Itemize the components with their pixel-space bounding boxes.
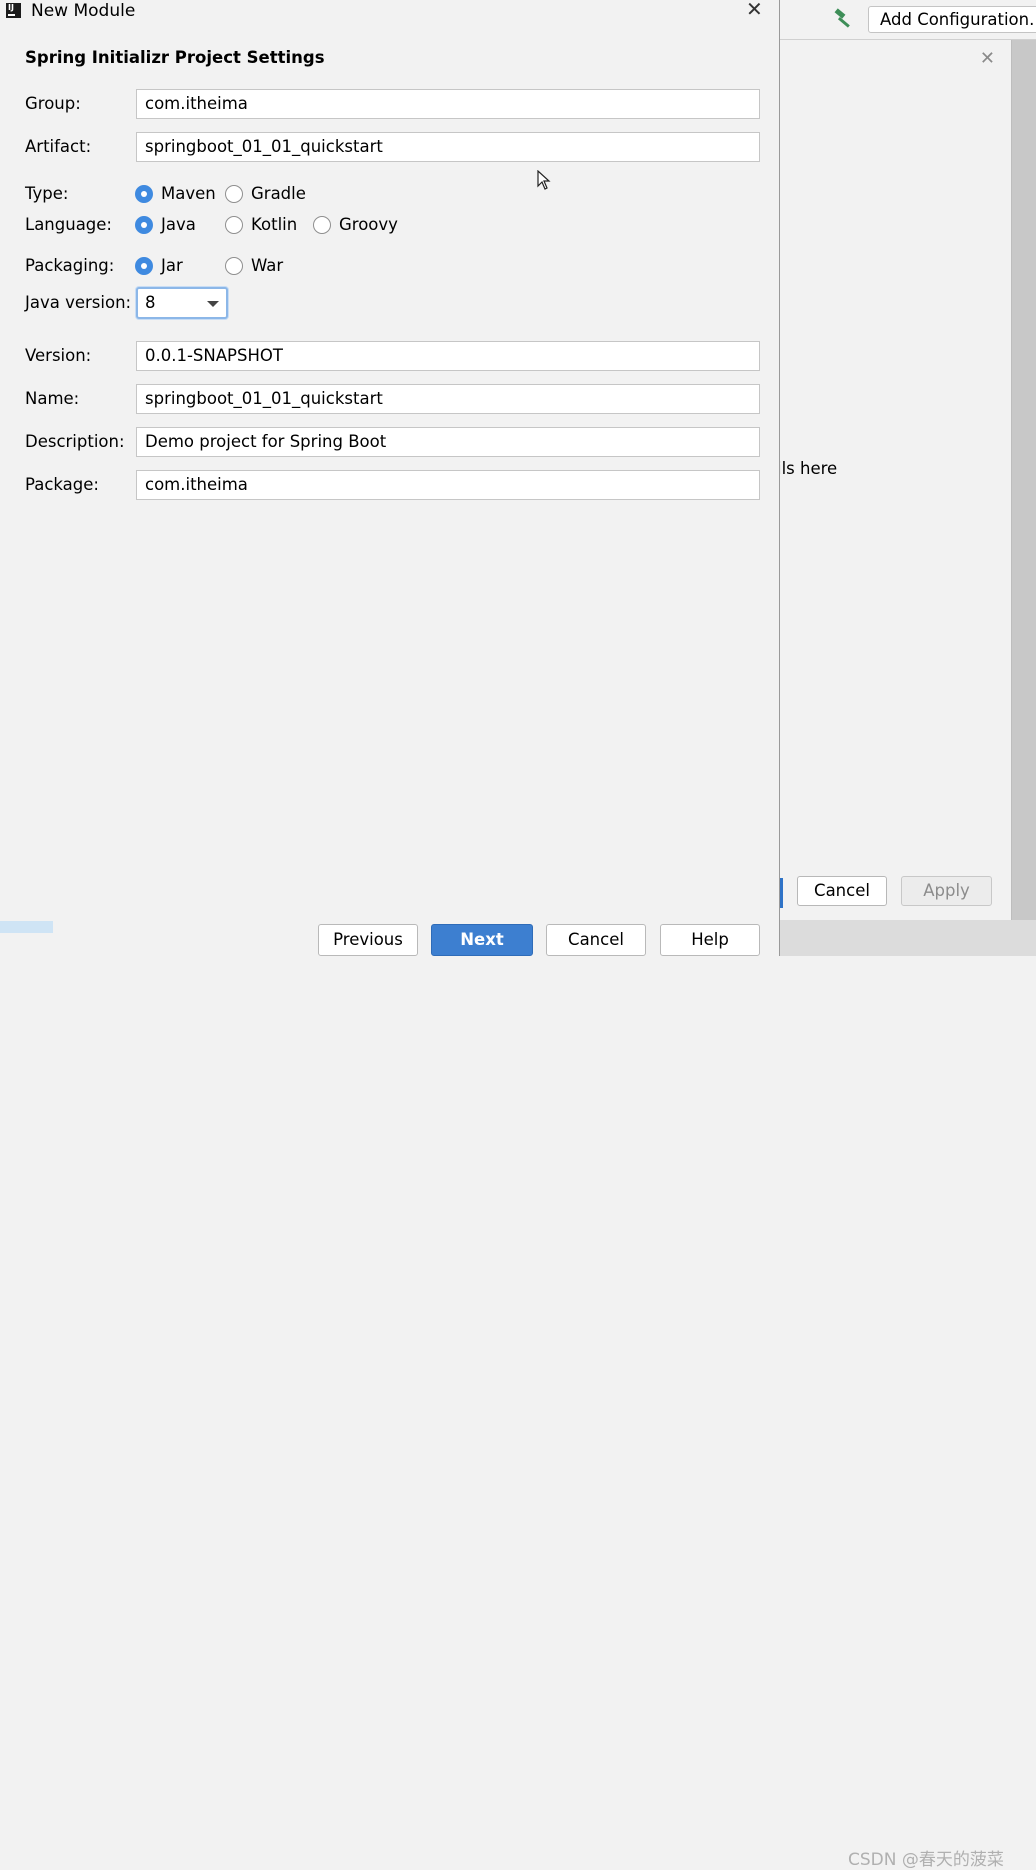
version-label: Version: [25,346,92,365]
package-label: Package: [25,475,99,494]
radio-selected-icon [135,257,153,275]
artifact-input[interactable]: springboot_01_01_quickstart [136,132,760,162]
radio-unselected-icon [313,216,331,234]
ide-toolbar: Add Configuration... [779,0,1036,40]
artifact-label: Artifact: [25,137,92,156]
java-version-label: Java version: [25,293,132,312]
status-strip: CSDN @春天的菠菜 [779,920,1036,1870]
version-input[interactable]: 0.0.1-SNAPSHOT [136,341,760,371]
title-bar[interactable]: IJ New Module ✕ [0,0,779,24]
radio-label: Maven [161,184,216,203]
help-button[interactable]: Help [660,924,760,956]
cancel-button[interactable]: Cancel [546,924,646,956]
radio-label: Java [161,215,196,234]
dialog-title: New Module [31,1,136,21]
radio-label: Groovy [339,215,398,234]
apply-button: Apply [901,876,992,906]
next-button[interactable]: Next [431,924,533,956]
background-ide-window: Add Configuration... ✕ ils here Cancel A… [777,0,1036,1870]
name-label: Name: [25,389,80,408]
radio-selected-icon [135,185,153,203]
close-icon[interactable]: ✕ [980,48,995,69]
new-module-dialog: IJ New Module ✕ Spring Initializr Projec… [0,0,780,956]
chevron-down-icon [207,301,219,307]
section-heading: Spring Initializr Project Settings [25,48,325,67]
background-settings-dialog: ✕ ils here Cancel Apply [777,40,1012,920]
radio-unselected-icon [225,216,243,234]
radio-unselected-icon [225,257,243,275]
hammer-icon[interactable] [833,8,855,30]
close-icon[interactable]: ✕ [746,0,763,20]
radio-selected-icon [135,216,153,234]
radio-label: Gradle [251,184,306,203]
progress-strip [0,921,53,933]
hint-text: ils here [777,459,838,478]
previous-button[interactable]: Previous [318,924,418,956]
watermark: CSDN @春天的菠菜 [848,1850,1004,1870]
java-version-select[interactable]: 8 [136,287,228,319]
radio-label: Jar [161,256,183,275]
group-input[interactable]: com.itheima [136,89,760,119]
add-configuration-button[interactable]: Add Configuration... [868,6,1036,33]
intellij-logo-icon: IJ [6,3,21,18]
mouse-cursor-icon [537,170,551,190]
language-label: Language: [25,215,112,234]
cancel-button[interactable]: Cancel [797,876,887,906]
group-label: Group: [25,94,81,113]
packaging-label: Packaging: [25,256,115,275]
description-label: Description: [25,432,125,451]
package-input[interactable]: com.itheima [136,470,760,500]
radio-unselected-icon [225,185,243,203]
java-version-value: 8 [145,293,156,312]
radio-label: War [251,256,284,275]
radio-label: Kotlin [251,215,298,234]
description-input[interactable]: Demo project for Spring Boot [136,427,760,457]
type-label: Type: [25,184,69,203]
name-input[interactable]: springboot_01_01_quickstart [136,384,760,414]
